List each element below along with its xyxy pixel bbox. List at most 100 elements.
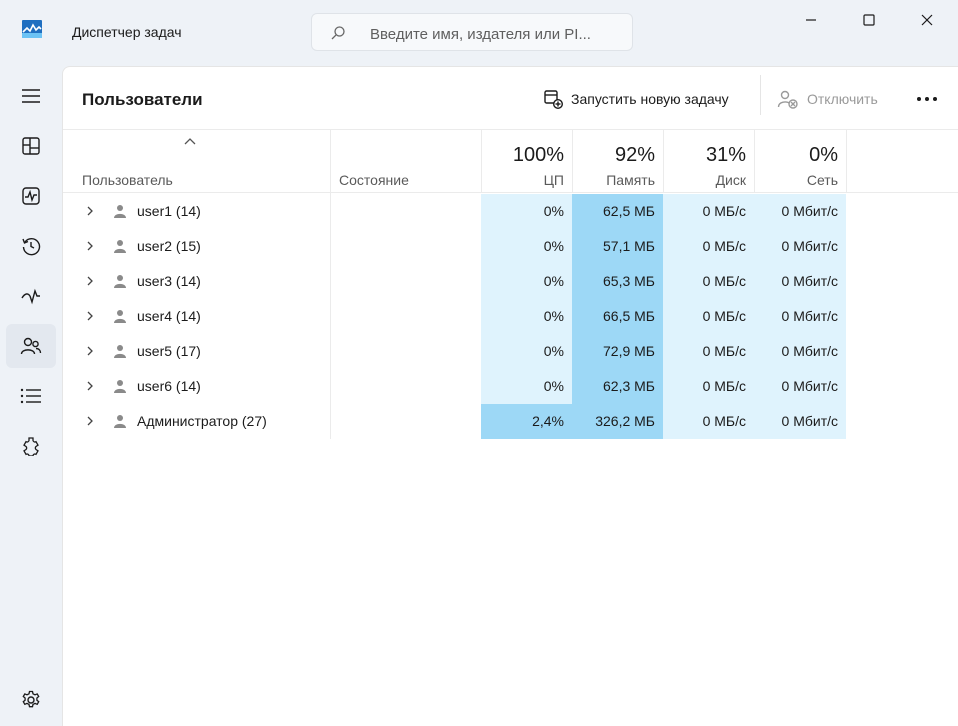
search-input[interactable] — [368, 22, 630, 46]
table-row[interactable]: user4 (14) 0% 66,5 МБ 0 МБ/с 0 Мбит/с — [63, 299, 958, 334]
minimize-icon — [806, 19, 816, 21]
maximize-button[interactable] — [840, 0, 898, 40]
user-name: user3 (14) — [137, 273, 201, 289]
disk-cell: 0 МБ/с — [663, 404, 754, 439]
cpu-cell: 0% — [481, 334, 572, 369]
nav-services[interactable] — [6, 424, 56, 468]
sort-ascending-icon — [184, 138, 196, 145]
cpu-cell: 0% — [481, 229, 572, 264]
more-options-button[interactable] — [909, 81, 945, 117]
column-header-cpu[interactable]: ЦП — [481, 172, 564, 188]
page-title: Пользователи — [82, 90, 203, 109]
memory-cell: 62,5 МБ — [572, 194, 663, 229]
network-cell: 0 Мбит/с — [754, 334, 846, 369]
disconnect-button[interactable]: Отключить — [777, 81, 878, 117]
memory-cell: 65,3 МБ — [572, 264, 663, 299]
cpu-cell: 0% — [481, 194, 572, 229]
chevron-right-icon[interactable] — [85, 380, 95, 392]
close-button[interactable] — [898, 0, 956, 40]
memory-cell: 57,1 МБ — [572, 229, 663, 264]
column-header-memory[interactable]: Память — [572, 172, 655, 188]
nav-users[interactable] — [6, 324, 56, 368]
user-icon — [114, 205, 126, 218]
network-cell: 0 Мбит/с — [754, 299, 846, 334]
disk-cell: 0 МБ/с — [663, 334, 754, 369]
nav-menu-button[interactable] — [6, 74, 56, 118]
search-icon — [331, 26, 345, 40]
disk-cell: 0 МБ/с — [663, 194, 754, 229]
chevron-right-icon[interactable] — [85, 275, 95, 287]
startup-apps-icon — [21, 288, 40, 305]
maximize-icon — [863, 14, 875, 26]
user-name: user4 (14) — [137, 308, 201, 324]
table-row[interactable]: user6 (14) 0% 62,3 МБ 0 МБ/с 0 Мбит/с — [63, 369, 958, 404]
user-name: user1 (14) — [137, 203, 201, 219]
table-row[interactable]: user2 (15) 0% 57,1 МБ 0 МБ/с 0 Мбит/с — [63, 229, 958, 264]
network-cell: 0 Мбит/с — [754, 229, 846, 264]
chevron-right-icon[interactable] — [85, 240, 95, 252]
network-cell: 0 Мбит/с — [754, 194, 846, 229]
cpu-cell: 0% — [481, 264, 572, 299]
disk-cell: 0 МБ/с — [663, 299, 754, 334]
table-row[interactable]: user1 (14) 0% 62,5 МБ 0 МБ/с 0 Мбит/с — [63, 194, 958, 229]
network-cell: 0 Мбит/с — [754, 264, 846, 299]
run-new-task-button[interactable]: Запустить новую задачу — [543, 81, 729, 117]
disconnect-label: Отключить — [807, 91, 878, 107]
table-header: Пользователь Состояние 100% ЦП 92% Памят… — [63, 129, 958, 193]
disk-cell: 0 МБ/с — [663, 229, 754, 264]
nav-settings[interactable] — [6, 678, 56, 722]
disk-cell: 0 МБ/с — [663, 369, 754, 404]
search-box[interactable] — [311, 13, 633, 51]
app-history-icon — [22, 238, 41, 256]
user-name: user2 (15) — [137, 238, 201, 254]
nav-performance[interactable] — [6, 174, 56, 218]
user-name: Администратор (27) — [137, 413, 267, 429]
settings-icon — [22, 690, 40, 708]
memory-total-percent[interactable]: 92% — [572, 144, 655, 167]
column-divider — [481, 129, 482, 193]
network-total-percent[interactable]: 0% — [754, 144, 838, 167]
user-icon — [114, 380, 126, 393]
minimize-button[interactable] — [782, 0, 840, 40]
user-icon — [114, 275, 126, 288]
more-icon — [917, 97, 937, 101]
user-icon — [114, 240, 126, 253]
cpu-total-percent[interactable]: 100% — [481, 144, 564, 167]
table-row[interactable]: Администратор (27) 2,4% 326,2 МБ 0 МБ/с … — [63, 404, 958, 439]
performance-icon — [22, 187, 40, 205]
user-icon — [114, 345, 126, 358]
disk-total-percent[interactable]: 31% — [663, 144, 746, 167]
network-cell: 0 Мбит/с — [754, 369, 846, 404]
user-icon — [114, 415, 126, 428]
column-divider — [663, 129, 664, 193]
nav-processes[interactable] — [6, 124, 56, 168]
nav-details[interactable] — [6, 374, 56, 418]
main-panel: Пользователи Запустить новую задачу Откл… — [62, 66, 958, 726]
column-divider — [846, 129, 847, 193]
menu-icon — [22, 89, 40, 103]
task-manager-app-icon — [22, 20, 42, 38]
user-name: user5 (17) — [137, 343, 201, 359]
disk-cell: 0 МБ/с — [663, 264, 754, 299]
run-new-task-label: Запустить новую задачу — [571, 91, 729, 107]
network-cell: 0 Мбит/с — [754, 404, 846, 439]
chevron-right-icon[interactable] — [85, 205, 95, 217]
column-header-status[interactable]: Состояние — [339, 172, 409, 188]
column-header-disk[interactable]: Диск — [663, 172, 746, 188]
app-title: Диспетчер задач — [72, 24, 182, 40]
nav-startup-apps[interactable] — [6, 274, 56, 318]
cpu-cell: 2,4% — [481, 404, 572, 439]
column-header-user[interactable]: Пользователь — [82, 172, 173, 188]
chevron-right-icon[interactable] — [85, 310, 95, 322]
cpu-cell: 0% — [481, 299, 572, 334]
memory-cell: 62,3 МБ — [572, 369, 663, 404]
table-row[interactable]: user5 (17) 0% 72,9 МБ 0 МБ/с 0 Мбит/с — [63, 334, 958, 369]
nav-app-history[interactable] — [6, 224, 56, 268]
column-divider — [754, 129, 755, 193]
table-row[interactable]: user3 (14) 0% 65,3 МБ 0 МБ/с 0 Мбит/с — [63, 264, 958, 299]
chevron-right-icon[interactable] — [85, 415, 95, 427]
chevron-right-icon[interactable] — [85, 345, 95, 357]
memory-cell: 66,5 МБ — [572, 299, 663, 334]
title-bar: Диспетчер задач — [0, 0, 958, 66]
column-header-network[interactable]: Сеть — [754, 172, 838, 188]
